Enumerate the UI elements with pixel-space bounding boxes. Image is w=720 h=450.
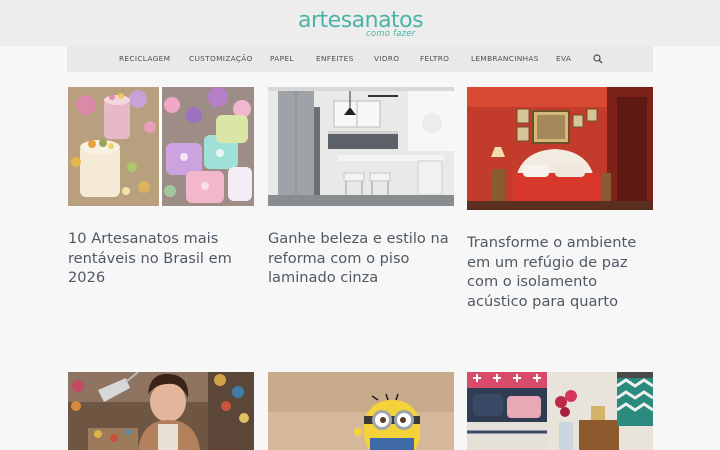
nav-item-lembrancinhas[interactable]: LEMBRANCINHAS bbox=[471, 46, 539, 72]
post-title[interactable]: 10 Artesanatos mais rentáveis no Brasil … bbox=[68, 229, 254, 288]
logo-tagline: como fazer bbox=[366, 29, 416, 39]
nav-item-vidro[interactable]: VIDRO bbox=[374, 46, 399, 72]
nav-item-customizacao[interactable]: CUSTOMIZAÇÃO bbox=[189, 46, 253, 72]
post-thumbnail[interactable] bbox=[467, 372, 653, 450]
site-header: artesanatos como fazer bbox=[0, 0, 720, 46]
post-card[interactable]: Transforme o ambiente em um refúgio de p… bbox=[467, 87, 653, 312]
nav-item-eva[interactable]: EVA bbox=[556, 46, 571, 72]
nav-item-papel[interactable]: PAPEL bbox=[270, 46, 294, 72]
post-thumbnail[interactable] bbox=[68, 372, 254, 450]
post-card[interactable] bbox=[467, 372, 653, 450]
search-icon[interactable] bbox=[593, 54, 603, 64]
post-thumbnail[interactable] bbox=[467, 87, 653, 210]
site-logo[interactable]: artesanatos como fazer bbox=[298, 8, 426, 44]
post-title[interactable]: Transforme o ambiente em um refúgio de p… bbox=[467, 233, 653, 311]
post-thumbnail[interactable] bbox=[68, 87, 254, 206]
post-title[interactable]: Ganhe beleza e estilo na reforma com o p… bbox=[268, 229, 454, 288]
post-card[interactable] bbox=[68, 372, 254, 450]
post-card[interactable] bbox=[268, 372, 454, 450]
post-card[interactable]: Ganhe beleza e estilo na reforma com o p… bbox=[268, 87, 454, 287]
nav-item-enfeites[interactable]: ENFEITES bbox=[316, 46, 354, 72]
nav-item-reciclagem[interactable]: RECICLAGEM bbox=[119, 46, 170, 72]
post-thumbnail[interactable] bbox=[268, 372, 454, 450]
post-thumbnail[interactable] bbox=[268, 87, 454, 206]
nav-item-feltro[interactable]: FELTRO bbox=[420, 46, 449, 72]
main-nav: RECICLAGEM CUSTOMIZAÇÃO PAPEL ENFEITES V… bbox=[67, 46, 653, 72]
post-card[interactable]: 10 Artesanatos mais rentáveis no Brasil … bbox=[68, 87, 254, 287]
